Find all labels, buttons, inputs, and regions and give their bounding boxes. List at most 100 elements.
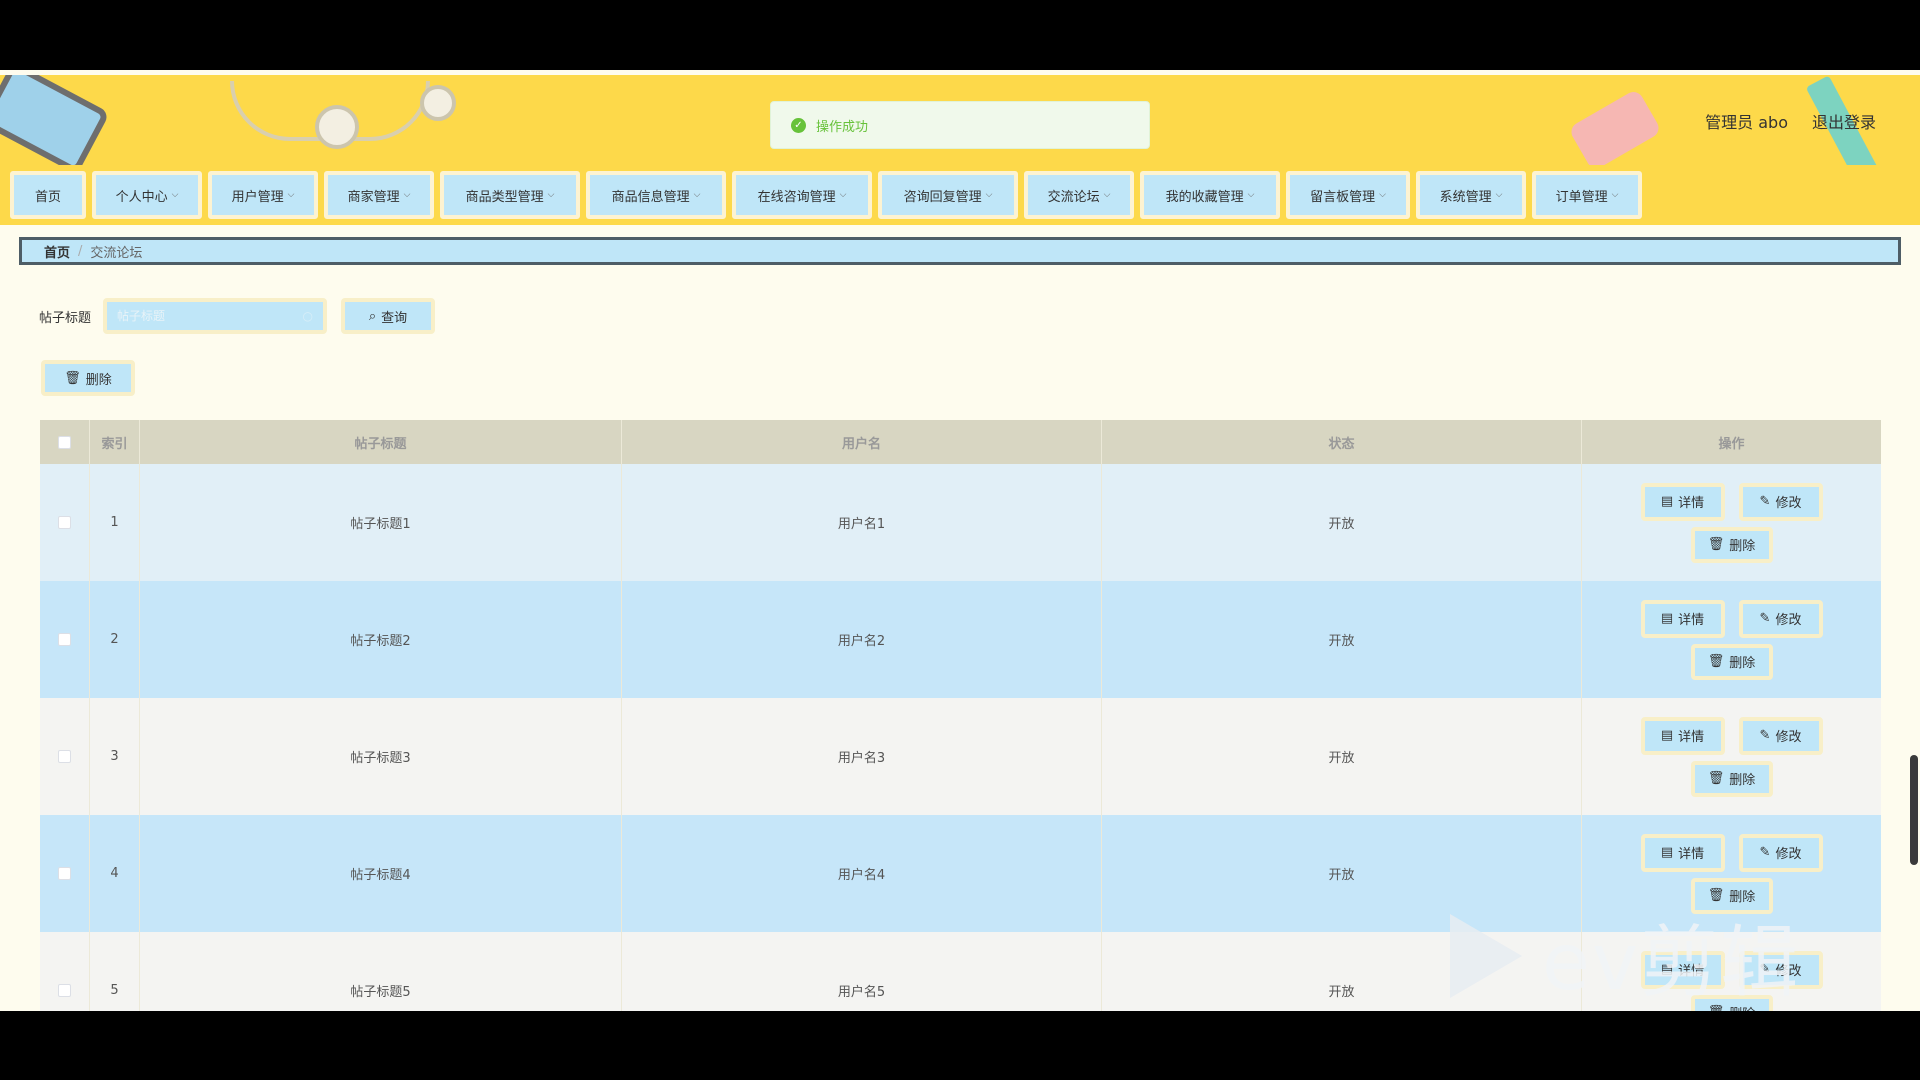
nav-item-products[interactable]: 商品信息管理 ⌵ [586, 171, 726, 219]
pencil-icon: ✎ [1759, 494, 1771, 509]
nav-item-system[interactable]: 系统管理 ⌵ [1416, 171, 1526, 219]
detail-button[interactable]: ▤ 详情 [1640, 599, 1725, 638]
nav-item-messages[interactable]: 留言板管理 ⌵ [1286, 171, 1410, 219]
chevron-down-icon: ⌵ [403, 190, 411, 200]
cell-user: 用户名2 [622, 581, 1102, 698]
row-check-cell [40, 698, 90, 815]
chevron-down-icon: ⌵ [1103, 190, 1111, 200]
nav-item-orders[interactable]: 订单管理 ⌵ [1532, 171, 1642, 219]
edit-button[interactable]: ✎ 修改 [1738, 482, 1823, 521]
ops-line: ▤ 详情 ✎ 修改 [1640, 716, 1823, 755]
header-ops: 操作 [1718, 436, 1745, 452]
header-index: 索引 [90, 420, 140, 464]
detail-button[interactable]: ▤ 详情 [1640, 716, 1725, 755]
chevron-down-icon: ⌵ [985, 190, 993, 200]
delete-button[interactable]: 🗑 删除 [1690, 760, 1773, 797]
detail-button[interactable]: ▤ 详情 [1640, 482, 1725, 521]
select-all-checkbox[interactable] [58, 435, 71, 449]
chevron-down-icon: ⌵ [171, 190, 179, 200]
edit-button[interactable]: ✎ 修改 [1738, 599, 1823, 638]
row-checkbox[interactable] [58, 750, 71, 763]
chevron-down-icon: ⌵ [1611, 190, 1619, 200]
ops-line: ▤ 详情 ✎ 修改 [1640, 833, 1823, 872]
detail-label: 详情 [1678, 730, 1705, 745]
cell-ops: ▤ 详情 ✎ 修改 🗑 删除 [1582, 581, 1881, 698]
nav-item-label: 首页 [34, 189, 61, 205]
chevron-down-icon: ⌵ [287, 190, 295, 200]
nav-item-label: 我的收藏管理 [1165, 189, 1244, 205]
detail-button[interactable]: ▤ 详情 [1640, 833, 1725, 872]
search-input-box: ○ [103, 298, 328, 334]
cell-ops: ▤ 详情 ✎ 修改 🗑 删除 [1582, 464, 1881, 581]
bulk-delete-button[interactable]: 🗑 删除 [41, 360, 135, 396]
search-input[interactable] [117, 309, 288, 323]
logout-link[interactable]: 退出登录 [1812, 109, 1876, 133]
nav-item-forum[interactable]: 交流论坛 ⌵ [1024, 171, 1134, 219]
delete-button[interactable]: 🗑 删除 [1690, 526, 1773, 563]
row-checkbox[interactable] [58, 867, 71, 880]
row-checkbox[interactable] [58, 633, 71, 646]
nav-item-product-types[interactable]: 商品类型管理 ⌵ [440, 171, 580, 219]
cell-index: 1 [90, 464, 140, 581]
edit-label: 修改 [1775, 496, 1802, 511]
cell-title: 帖子标题1 [140, 464, 622, 581]
nav-item-label: 咨询回复管理 [903, 189, 982, 205]
header-status: 状态 [1102, 420, 1582, 464]
row-check-cell [40, 932, 90, 1011]
search-bar: 帖子标题 ○ ⌕ 查询 [39, 298, 436, 334]
nav-item-label: 交流论坛 [1047, 189, 1100, 205]
nav-item-users[interactable]: 用户管理 ⌵ [208, 171, 318, 219]
row-checkbox[interactable] [58, 984, 71, 997]
document-icon: ▤ [1660, 611, 1674, 626]
document-icon: ▤ [1660, 845, 1674, 860]
cell-index: 4 [90, 815, 140, 932]
pencil-icon: ✎ [1759, 728, 1771, 743]
nav-item-consult[interactable]: 在线咨询管理 ⌵ [732, 171, 872, 219]
chevron-down-icon: ⌵ [547, 190, 555, 200]
nav-item-label: 商品信息管理 [611, 189, 690, 205]
ops-line: ▤ 详情 ✎ 修改 [1640, 482, 1823, 521]
trash-icon: 🗑 [1707, 771, 1725, 786]
row-checkbox[interactable] [58, 516, 71, 529]
nav-item-profile[interactable]: 个人中心 ⌵ [92, 171, 202, 219]
cell-title: 帖子标题4 [140, 815, 622, 932]
edit-label: 修改 [1775, 613, 1802, 628]
pencil-icon: ✎ [1759, 611, 1771, 626]
cell-title: 帖子标题2 [140, 581, 622, 698]
chevron-down-icon: ⌵ [1247, 190, 1255, 200]
delete-button[interactable]: 🗑 删除 [1690, 643, 1773, 680]
page-scrollbar[interactable] [1910, 755, 1918, 865]
edit-button[interactable]: ✎ 修改 [1738, 833, 1823, 872]
cell-user: 用户名3 [622, 698, 1102, 815]
bulk-delete-label: 删除 [85, 372, 112, 388]
query-button[interactable]: ⌕ 查询 [341, 298, 436, 334]
chevron-down-icon: ⌵ [693, 190, 701, 200]
breadcrumb-separator: / [78, 243, 83, 259]
cell-title: 帖子标题3 [140, 698, 622, 815]
app: ✓ 操作成功 管理员 abo 退出登录 首页 个人中心 ⌵ 用户管理 ⌵ 商家管理 ⌵… [0, 70, 1920, 1011]
header-user: 用户名 [622, 420, 1102, 464]
cell-ops: ▤ 详情 ✎ 修改 🗑 删除 [1582, 698, 1881, 815]
cell-user: 用户名1 [622, 464, 1102, 581]
cell-status: 开放 [1102, 581, 1582, 698]
chevron-down-icon: ⌵ [1379, 190, 1386, 200]
breadcrumb-home[interactable]: 首页 [44, 242, 70, 261]
table-row: 3 帖子标题3 用户名3 开放 ▤ 详情 ✎ 修改 🗑 删除 [40, 698, 1881, 815]
trash-icon: 🗑 [64, 370, 81, 386]
check-icon: ✓ [791, 117, 806, 133]
table-row: 2 帖子标题2 用户名2 开放 ▤ 详情 ✎ 修改 🗑 删除 [40, 581, 1881, 698]
nav-item-label: 订单管理 [1555, 189, 1608, 205]
current-user: 管理员 abo [1705, 113, 1788, 132]
nav-item-label: 商家管理 [347, 189, 400, 205]
cell-title: 帖子标题5 [140, 932, 622, 1011]
nav-item-consult-reply[interactable]: 咨询回复管理 ⌵ [878, 171, 1018, 219]
nav-item-merchants[interactable]: 商家管理 ⌵ [324, 171, 434, 219]
edit-button[interactable]: ✎ 修改 [1738, 716, 1823, 755]
search-icon: ⌕ [368, 308, 377, 324]
play-icon [1450, 914, 1522, 998]
trash-icon: 🗑 [1707, 654, 1725, 669]
nav-item-favorites[interactable]: 我的收藏管理 ⌵ [1140, 171, 1280, 219]
breadcrumb: 首页 / 交流论坛 [19, 237, 1901, 265]
nav-item-home[interactable]: 首页 [10, 171, 86, 219]
search-icon: ○ [302, 309, 314, 323]
